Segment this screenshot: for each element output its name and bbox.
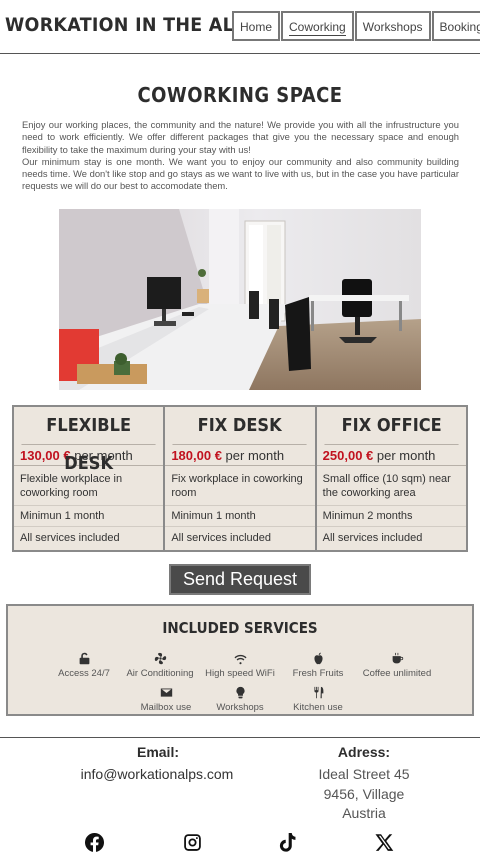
service-label: Mailbox use bbox=[140, 702, 192, 713]
email-label: Email: bbox=[136, 744, 179, 760]
service-label: Workshops bbox=[216, 702, 264, 713]
plan-feature-workplace: Fix workplace in coworking room bbox=[165, 466, 315, 506]
plan-price-row: 180,00 € per month bbox=[165, 445, 315, 466]
plan-feature-minimum: Minimun 1 month bbox=[14, 506, 164, 527]
intro-text: Enjoy our working places, the community … bbox=[22, 119, 459, 193]
service-access: Access 24/7 bbox=[48, 652, 120, 679]
pricing-cards: FLEXIBLE DESK 130,00 € per month Flexibl… bbox=[12, 405, 468, 552]
intro-paragraph-2: Our minimum stay is one month. We want y… bbox=[22, 155, 459, 192]
email-link[interactable]: info@workationalps.com bbox=[58, 766, 256, 782]
coffee-icon bbox=[354, 652, 440, 665]
service-workshops: Workshops bbox=[204, 686, 276, 713]
plan-feature-services: All services included bbox=[171, 532, 271, 544]
service-mailbox: Mailbox use bbox=[128, 686, 204, 713]
address-line: Austria bbox=[342, 805, 386, 821]
envelope-icon bbox=[128, 686, 204, 699]
coworking-photo bbox=[59, 209, 421, 390]
address-label: Adress: bbox=[337, 744, 391, 760]
service-label: High speed WiFi bbox=[205, 668, 275, 679]
tiktok-icon[interactable] bbox=[278, 833, 297, 857]
page-title: COWORKING SPACE bbox=[137, 83, 343, 107]
plan-feature-services: All services included bbox=[20, 532, 120, 544]
services-title: INCLUDED SERVICES bbox=[162, 619, 318, 637]
service-fruits: Fresh Fruits bbox=[284, 652, 352, 679]
plan-card-flexible-desk: FLEXIBLE DESK 130,00 € per month Flexibl… bbox=[12, 405, 166, 552]
service-label: Kitchen use bbox=[293, 702, 343, 713]
address: Ideal Street 45 9456, Village Austria bbox=[300, 765, 428, 824]
plan-title: FIX DESK bbox=[172, 407, 308, 445]
service-label: Air Conditioning bbox=[126, 668, 194, 679]
plan-price: 250,00 € bbox=[322, 448, 374, 463]
service-air-conditioning: Air Conditioning bbox=[118, 652, 202, 679]
lightbulb-icon bbox=[204, 686, 276, 699]
site-header: WORKATION IN THE ALPS Home Coworking Wor… bbox=[0, 0, 480, 54]
site-logo[interactable]: WORKATION IN THE ALPS bbox=[5, 14, 260, 36]
service-label: Coffee unlimited bbox=[362, 668, 432, 679]
nav-home[interactable]: Home bbox=[232, 11, 281, 41]
nav-coworking-label: Coworking bbox=[289, 20, 346, 36]
service-kitchen: Kitchen use bbox=[278, 686, 358, 713]
service-label: Fresh Fruits bbox=[292, 668, 344, 679]
plan-feature-minimum: Minimun 2 months bbox=[316, 506, 466, 527]
main-nav: Home Coworking Workshops Booking bbox=[232, 11, 480, 41]
nav-booking[interactable]: Booking bbox=[431, 11, 480, 41]
plan-price-row: 250,00 € per month bbox=[316, 445, 466, 466]
lock-open-icon bbox=[48, 652, 120, 665]
site-footer: Email: info@workationalps.com Adress: Id… bbox=[0, 737, 480, 866]
plan-feature-services: All services included bbox=[322, 532, 423, 544]
x-icon[interactable] bbox=[375, 833, 394, 857]
address-line: 9456, Village bbox=[323, 785, 405, 802]
plan-title: FIX OFFICE bbox=[324, 407, 459, 445]
wifi-icon bbox=[200, 652, 280, 665]
utensils-icon bbox=[278, 686, 358, 699]
fan-icon bbox=[118, 652, 202, 665]
apple-icon bbox=[284, 652, 352, 665]
plan-feature-workplace: Small office (10 sqm) near the coworking… bbox=[316, 466, 466, 506]
plan-card-fix-desk: FIX DESK 180,00 € per month Fix workplac… bbox=[163, 405, 317, 552]
service-wifi: High speed WiFi bbox=[200, 652, 280, 679]
send-request-button[interactable]: Send Request bbox=[169, 564, 311, 595]
facebook-icon[interactable] bbox=[85, 833, 104, 857]
intro-paragraph-1: Enjoy our working places, the community … bbox=[22, 119, 459, 155]
plan-price: 130,00 € bbox=[20, 448, 71, 463]
address-line: Ideal Street 45 bbox=[318, 766, 410, 782]
instagram-icon[interactable] bbox=[183, 833, 202, 857]
nav-workshops[interactable]: Workshops bbox=[354, 11, 431, 41]
plan-price: 180,00 € bbox=[171, 448, 222, 463]
plan-card-fix-office: FIX OFFICE 250,00 € per month Small offi… bbox=[314, 405, 468, 552]
plan-period: per month bbox=[373, 448, 436, 463]
included-services: INCLUDED SERVICES Access 24/7 Air Condit… bbox=[6, 604, 474, 716]
nav-coworking[interactable]: Coworking bbox=[281, 11, 354, 41]
service-coffee: Coffee unlimited bbox=[354, 652, 440, 679]
plan-title: FLEXIBLE DESK bbox=[21, 407, 156, 474]
service-label: Access 24/7 bbox=[58, 668, 110, 679]
plan-period: per month bbox=[221, 448, 285, 463]
plan-feature-minimum: Minimun 1 month bbox=[165, 506, 315, 527]
